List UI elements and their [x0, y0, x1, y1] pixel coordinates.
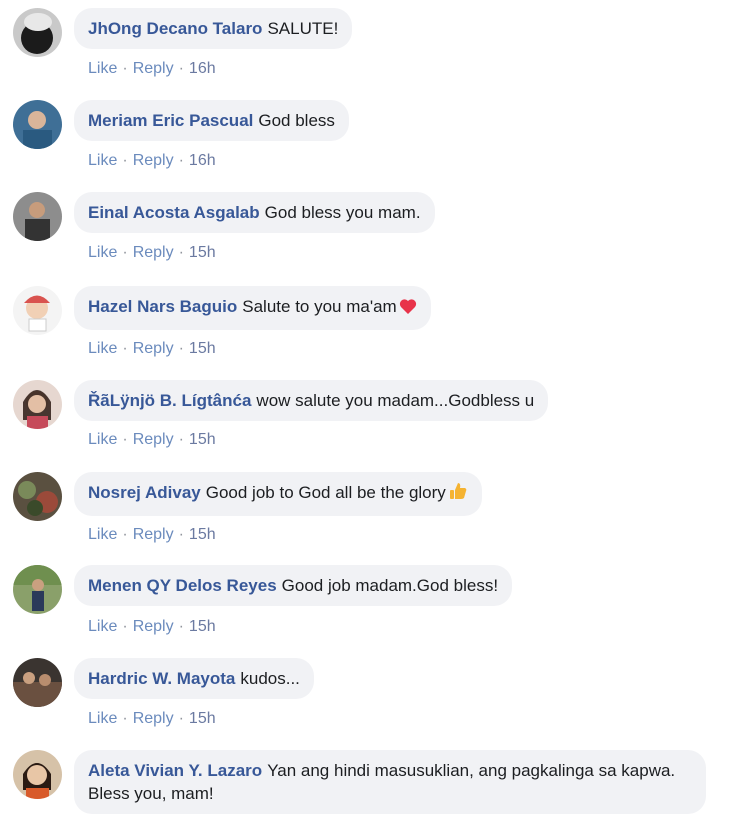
timestamp[interactable]: 15h: [189, 244, 216, 262]
comment-author[interactable]: Einal Acosta Asgalab: [88, 203, 260, 222]
comment-author[interactable]: Aleta Vivian Y. Lazaro: [88, 761, 262, 780]
timestamp[interactable]: 16h: [189, 152, 216, 170]
like-link[interactable]: Like: [88, 526, 117, 544]
avatar[interactable]: [13, 192, 62, 241]
comment-actions: Like · Reply · 15h: [88, 526, 216, 544]
comment-actions: Like · Reply · 16h: [88, 152, 216, 170]
separator: ·: [122, 60, 128, 77]
avatar[interactable]: [13, 286, 62, 335]
comment-actions: Like · Reply · 15h: [88, 710, 216, 728]
comment-text: Good job to God all be the glory: [205, 483, 446, 502]
comment-actions: Like · Reply · 15h: [88, 618, 216, 636]
comment-bubble: Menen QY Delos Reyes Good job madam.God b…: [74, 565, 513, 606]
comment-bubble: JhOng Decano Talaro SALUTE!: [74, 8, 353, 49]
separator: ·: [178, 340, 184, 357]
comment-bubble: Meriam Eric Pascual God bless: [74, 100, 349, 141]
separator: ·: [122, 710, 128, 727]
avatar[interactable]: [13, 8, 62, 57]
comment-text: Good job madam.God bless!: [281, 576, 499, 595]
reply-link[interactable]: Reply: [133, 340, 174, 358]
comment-text: Salute to you ma'am: [242, 297, 397, 316]
comment-bubble: Einal Acosta Asgalab God bless you mam.: [74, 192, 435, 233]
heart-icon: [399, 298, 417, 321]
like-link[interactable]: Like: [88, 244, 117, 262]
timestamp[interactable]: 15h: [189, 618, 216, 636]
comment-actions: Like · Reply · 15h: [88, 244, 216, 262]
separator: ·: [122, 340, 128, 357]
like-link[interactable]: Like: [88, 710, 117, 728]
avatar[interactable]: [13, 658, 62, 707]
comment-bubble: ŘãLÿnjö B. Lígtânća wow salute you madam.…: [74, 380, 549, 421]
reply-link[interactable]: Reply: [133, 152, 174, 170]
comment-author[interactable]: Meriam Eric Pascual: [88, 111, 253, 130]
reply-link[interactable]: Reply: [133, 431, 174, 449]
timestamp[interactable]: 15h: [189, 526, 216, 544]
avatar[interactable]: [13, 750, 62, 799]
timestamp[interactable]: 15h: [189, 340, 216, 358]
reply-link[interactable]: Reply: [133, 618, 174, 636]
avatar[interactable]: [13, 380, 62, 429]
timestamp[interactable]: 15h: [189, 431, 216, 449]
comment-bubble: Hardric W. Mayota kudos...: [74, 658, 314, 699]
separator: ·: [178, 526, 184, 543]
like-link[interactable]: Like: [88, 60, 117, 78]
comment-actions: Like · Reply · 15h: [88, 431, 216, 449]
comment-text: SALUTE!: [267, 19, 339, 38]
comment-bubble: Aleta Vivian Y. Lazaro Yan ang hindi masu…: [74, 750, 706, 814]
reply-link[interactable]: Reply: [133, 526, 174, 544]
comment-text: God bless: [258, 111, 335, 130]
avatar[interactable]: [13, 565, 62, 614]
timestamp[interactable]: 15h: [189, 710, 216, 728]
like-link[interactable]: Like: [88, 152, 117, 170]
comment-text: wow salute you madam...Godbless u: [256, 391, 535, 410]
comment-author[interactable]: JhOng Decano Talaro: [88, 19, 262, 38]
timestamp[interactable]: 16h: [189, 60, 216, 78]
comment-author[interactable]: ŘãLÿnjö B. Lígtânća: [88, 391, 251, 410]
like-link[interactable]: Like: [88, 431, 117, 449]
separator: ·: [122, 618, 128, 635]
separator: ·: [122, 526, 128, 543]
thumbs-up-icon: [448, 481, 468, 507]
comment-bubble: Hazel Nars Baguio Salute to you ma'am: [74, 286, 431, 330]
separator: ·: [122, 431, 128, 448]
separator: ·: [178, 152, 184, 169]
separator: ·: [178, 431, 184, 448]
separator: ·: [122, 244, 128, 261]
reply-link[interactable]: Reply: [133, 710, 174, 728]
separator: ·: [122, 152, 128, 169]
reply-link[interactable]: Reply: [133, 60, 174, 78]
separator: ·: [178, 244, 184, 261]
comment-author[interactable]: Nosrej Adivay: [88, 483, 201, 502]
like-link[interactable]: Like: [88, 340, 117, 358]
comment-text: kudos...: [240, 669, 300, 688]
reply-link[interactable]: Reply: [133, 244, 174, 262]
comment-bubble: Nosrej Adivay Good job to God all be the …: [74, 472, 482, 516]
separator: ·: [178, 618, 184, 635]
avatar[interactable]: [13, 100, 62, 149]
separator: ·: [178, 710, 184, 727]
comment-author[interactable]: Menen QY Delos Reyes: [88, 576, 277, 595]
separator: ·: [178, 60, 184, 77]
avatar[interactable]: [13, 472, 62, 521]
like-link[interactable]: Like: [88, 618, 117, 636]
comment-author[interactable]: Hardric W. Mayota: [88, 669, 235, 688]
comment-actions: Like · Reply · 15h: [88, 340, 216, 358]
comment-author[interactable]: Hazel Nars Baguio: [88, 297, 237, 316]
comment-text: God bless you mam.: [264, 203, 421, 222]
comment-actions: Like · Reply · 16h: [88, 60, 216, 78]
